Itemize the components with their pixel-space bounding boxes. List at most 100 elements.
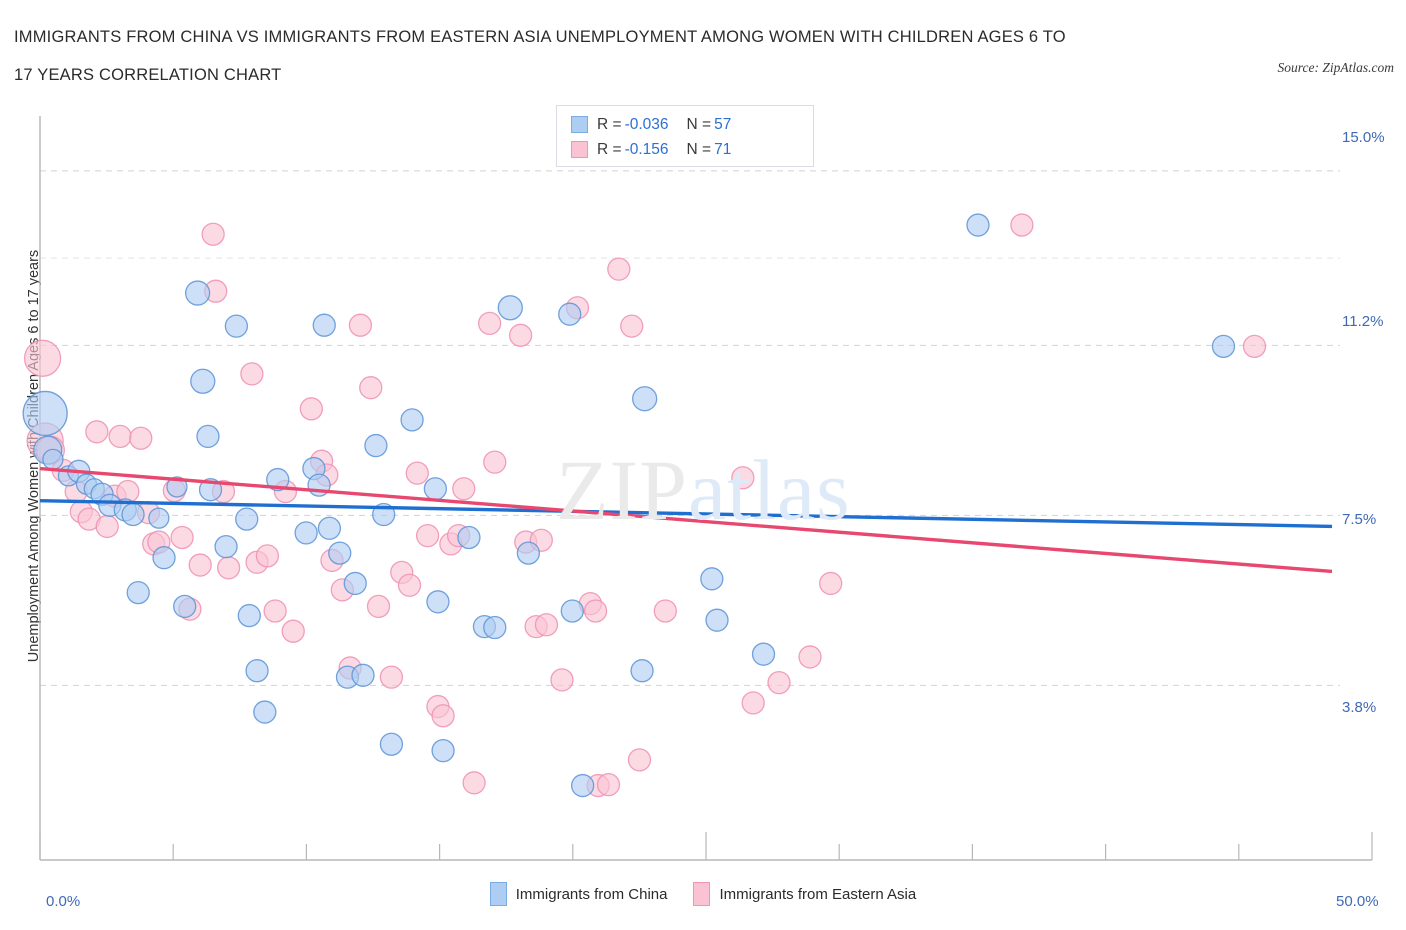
data-point[interactable]	[351, 663, 375, 687]
data-point[interactable]	[483, 450, 507, 474]
data-point[interactable]	[379, 665, 404, 689]
data-point[interactable]	[457, 525, 481, 550]
y-tick-label-1: 11.2%	[1342, 313, 1384, 330]
data-point[interactable]	[312, 313, 336, 337]
data-point[interactable]	[359, 376, 383, 400]
data-point[interactable]	[170, 525, 194, 550]
data-point[interactable]	[751, 642, 776, 666]
data-point[interactable]	[224, 314, 249, 338]
legend-swatch-eastern-asia	[571, 141, 588, 158]
data-point[interactable]	[534, 613, 559, 637]
data-point[interactable]	[1211, 334, 1236, 358]
data-point[interactable]	[184, 280, 211, 306]
chart-plot-area: Unemployment Among Women with Children A…	[0, 0, 1406, 930]
data-point[interactable]	[798, 645, 822, 669]
data-point[interactable]	[294, 521, 318, 545]
data-point[interactable]	[596, 773, 621, 797]
data-point[interactable]	[379, 732, 404, 756]
series-legend-swatch-china	[489, 882, 507, 906]
data-point[interactable]	[558, 302, 582, 326]
data-point[interactable]	[348, 313, 373, 337]
series-legend: Immigrants from China Immigrants from Ea…	[0, 882, 1406, 906]
legend-n-key-china: N =	[686, 115, 712, 133]
data-point[interactable]	[731, 466, 755, 490]
data-point[interactable]	[343, 571, 367, 596]
data-point[interactable]	[299, 397, 323, 421]
data-point[interactable]	[245, 659, 269, 683]
data-point[interactable]	[508, 323, 533, 347]
data-point[interactable]	[632, 386, 658, 412]
trendline-china	[39, 499, 1333, 529]
data-point[interactable]	[237, 603, 261, 628]
data-point[interactable]	[201, 222, 225, 246]
data-point[interactable]	[129, 426, 153, 450]
data-point[interactable]	[1010, 213, 1034, 237]
data-point[interactable]	[431, 739, 455, 763]
data-point[interactable]	[328, 541, 352, 565]
data-point[interactable]	[705, 608, 729, 632]
data-point[interactable]	[188, 553, 212, 577]
data-point[interactable]	[819, 571, 843, 596]
data-point[interactable]	[627, 748, 652, 772]
data-point[interactable]	[653, 599, 677, 623]
data-point[interactable]	[550, 668, 574, 692]
data-point[interactable]	[966, 213, 990, 237]
data-point[interactable]	[23, 339, 62, 377]
data-point[interactable]	[497, 295, 523, 321]
legend-r-value-eastern-asia: -0.156	[624, 140, 669, 158]
data-point[interactable]	[700, 567, 724, 591]
data-point[interactable]	[255, 544, 280, 568]
data-point[interactable]	[630, 659, 654, 683]
data-point[interactable]	[415, 523, 440, 548]
data-point[interactable]	[240, 362, 264, 386]
data-point[interactable]	[196, 424, 220, 449]
data-point[interactable]	[148, 507, 170, 529]
series-legend-item-china[interactable]: Immigrants from China	[489, 882, 667, 906]
legend-n-value-china: 57	[714, 115, 732, 133]
data-point[interactable]	[462, 771, 486, 795]
data-point[interactable]	[1242, 334, 1267, 358]
data-point[interactable]	[121, 502, 145, 527]
data-point[interactable]	[483, 615, 507, 640]
series-legend-swatch-eastern-asia	[693, 882, 711, 906]
correlation-stats-legend: R = -0.036 N = 57 R = -0.156 N = 71	[556, 105, 814, 167]
data-point[interactable]	[423, 477, 448, 501]
data-point[interactable]	[173, 594, 197, 619]
data-point[interactable]	[516, 541, 541, 565]
data-point[interactable]	[95, 514, 119, 539]
series-legend-item-eastern-asia[interactable]: Immigrants from Eastern Asia	[693, 882, 916, 906]
data-point[interactable]	[216, 556, 241, 580]
data-point[interactable]	[253, 700, 277, 724]
data-point[interactable]	[317, 516, 342, 540]
data-point[interactable]	[108, 424, 132, 449]
data-point[interactable]	[620, 314, 644, 338]
data-point[interactable]	[126, 580, 150, 605]
data-point[interactable]	[364, 433, 388, 458]
data-point[interactable]	[431, 704, 455, 728]
data-point[interactable]	[214, 535, 238, 559]
data-point[interactable]	[426, 590, 450, 614]
data-point[interactable]	[263, 599, 287, 623]
data-point[interactable]	[607, 257, 631, 281]
data-point[interactable]	[400, 408, 424, 432]
data-point[interactable]	[570, 773, 595, 798]
data-point[interactable]	[85, 420, 109, 444]
y-tick-label-2: 7.5%	[1342, 511, 1377, 528]
data-point[interactable]	[152, 546, 176, 570]
data-point[interactable]	[741, 691, 765, 715]
data-point[interactable]	[767, 671, 791, 695]
legend-row-eastern-asia: R = -0.156 N = 71	[571, 137, 803, 162]
data-point[interactable]	[281, 619, 305, 643]
data-point[interactable]	[42, 448, 64, 471]
data-point[interactable]	[190, 368, 216, 394]
legend-n-key-eastern-asia: N =	[686, 140, 712, 158]
data-point[interactable]	[22, 390, 68, 437]
data-point[interactable]	[397, 573, 422, 597]
data-point[interactable]	[405, 461, 429, 485]
data-point[interactable]	[452, 477, 476, 501]
data-point[interactable]	[477, 311, 502, 336]
data-point[interactable]	[560, 599, 584, 623]
data-point[interactable]	[366, 594, 391, 619]
data-point[interactable]	[583, 599, 608, 623]
data-point[interactable]	[235, 507, 259, 531]
